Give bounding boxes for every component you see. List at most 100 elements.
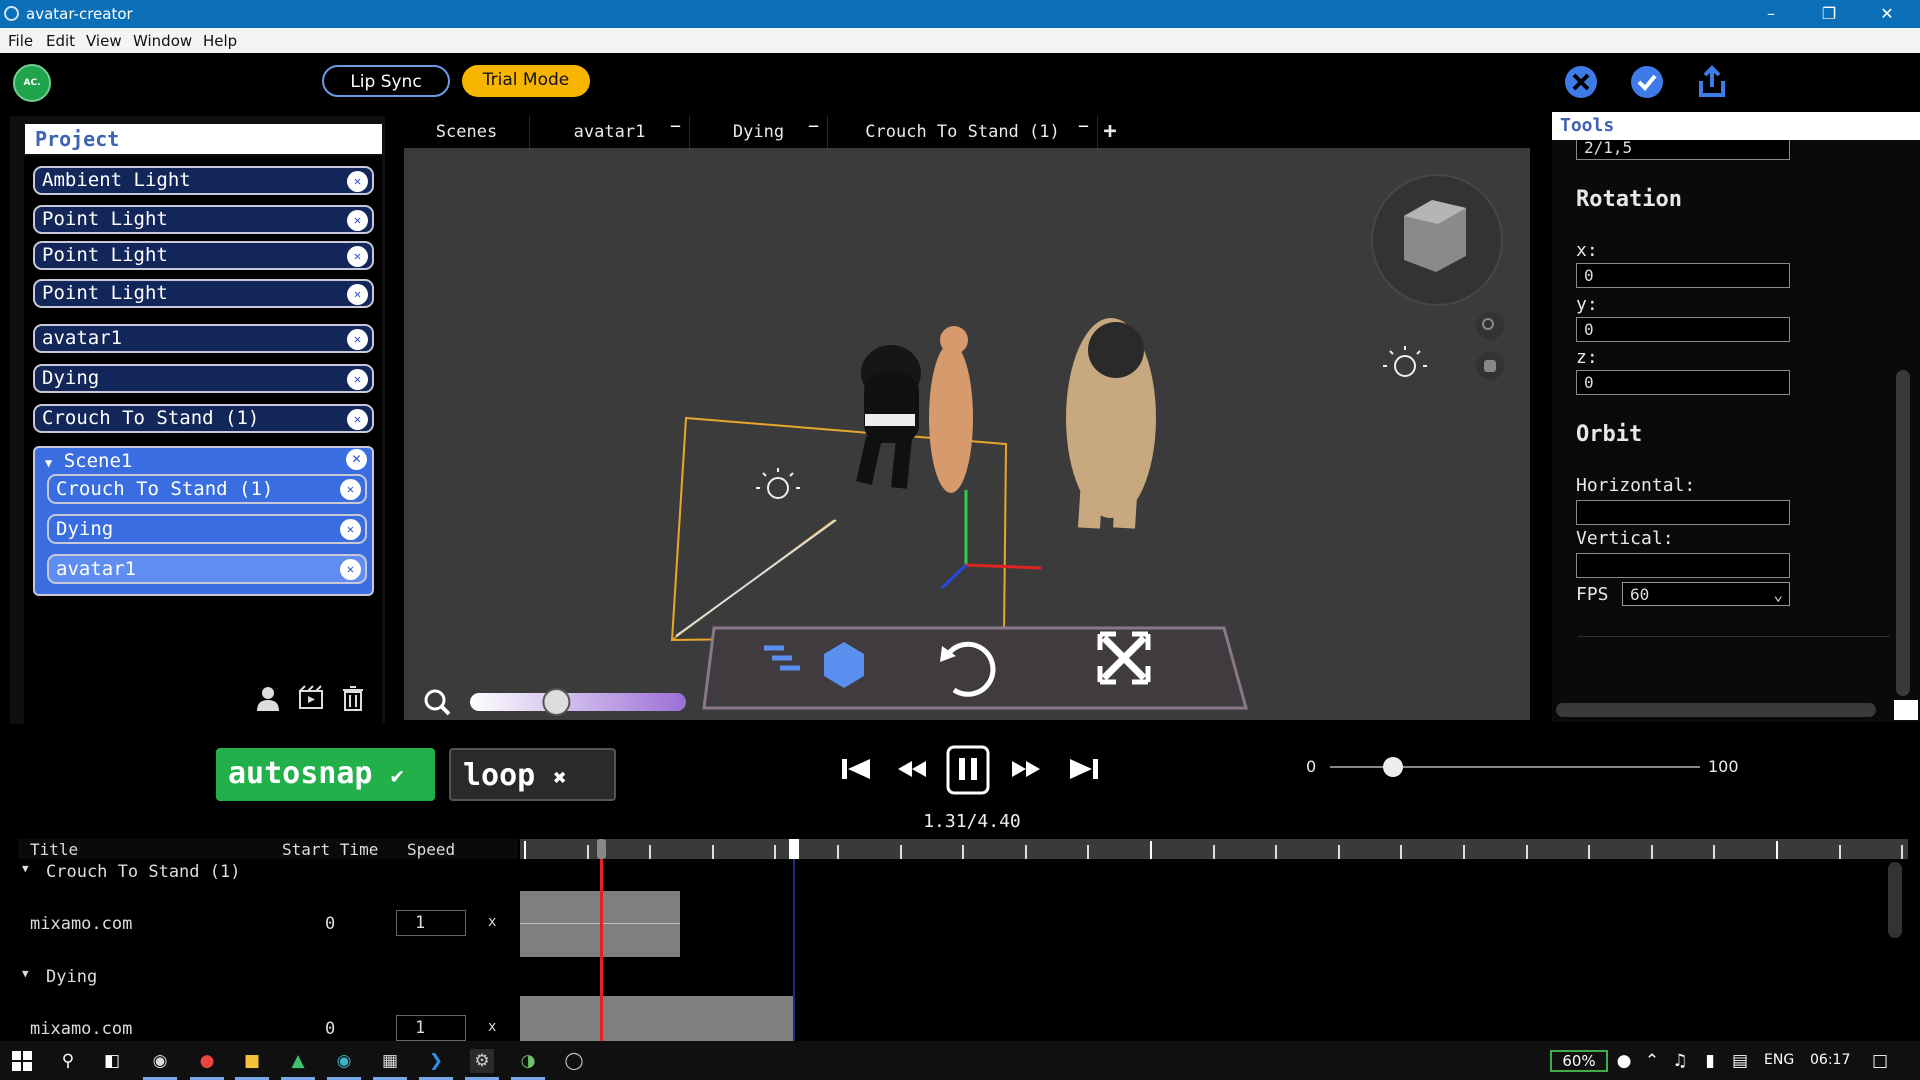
remove-icon[interactable]: ✕ (347, 409, 368, 430)
add-scene-icon[interactable] (297, 684, 325, 712)
tools-vertical-scrollbar[interactable] (1896, 370, 1910, 696)
3d-scene[interactable] (404, 148, 1530, 720)
chevron-up-icon[interactable]: ⌃ (1640, 1049, 1664, 1073)
windows-start-icon[interactable] (10, 1049, 34, 1073)
vscode-icon[interactable]: ❯ (424, 1049, 448, 1073)
app-icon-4[interactable]: ◑ (516, 1049, 540, 1073)
close-tab-icon[interactable]: − (808, 111, 819, 143)
add-tab-button[interactable]: + (1098, 116, 1122, 148)
remove-icon[interactable]: ✕ (346, 449, 367, 470)
scene-group[interactable]: ▼ Scene1 ✕ Crouch To Stand (1) ✕ Dying ✕ a… (33, 446, 374, 596)
menu-edit[interactable]: Edit (46, 32, 75, 50)
fps-select[interactable]: 60 ⌄ (1622, 582, 1790, 606)
orbit-horizontal-input[interactable] (1576, 500, 1790, 525)
remove-icon[interactable]: ✕ (340, 519, 361, 540)
minimize-button[interactable]: – (1742, 0, 1800, 28)
language-indicator[interactable]: ENG (1764, 1052, 1794, 1068)
project-item-point-light[interactable]: Point Light ✕ (33, 279, 374, 308)
range-slider-thumb[interactable] (1382, 757, 1403, 777)
app-icon-2[interactable]: ▲ (286, 1049, 310, 1073)
menu-window[interactable]: Window (133, 32, 192, 50)
network-icon[interactable]: ▤ (1728, 1049, 1752, 1073)
clipped-field[interactable]: 2/1,5 (1576, 140, 1790, 160)
view-cube[interactable] (1371, 174, 1503, 306)
add-avatar-icon[interactable] (254, 684, 282, 712)
search-icon[interactable]: ⚲ (56, 1049, 80, 1073)
scene-title[interactable]: ▼ Scene1 (45, 450, 132, 472)
trial-mode-button[interactable]: Trial Mode (462, 65, 590, 97)
tab-crouch-to-stand[interactable]: Crouch To Stand (1) − (828, 116, 1098, 148)
volume-icon[interactable]: ♫ (1668, 1049, 1692, 1073)
pan-hand-icon[interactable] (1476, 352, 1504, 380)
delete-icon[interactable] (339, 684, 367, 712)
project-item-dying[interactable]: Dying ✕ (33, 364, 374, 393)
project-item-avatar1[interactable]: avatar1 ✕ (33, 324, 374, 353)
zoom-slider-thumb[interactable] (542, 688, 571, 716)
menu-file[interactable]: File (8, 32, 33, 50)
remove-icon[interactable]: ✕ (347, 284, 368, 305)
terminal-icon[interactable]: ▦ (378, 1049, 402, 1073)
rotation-z-input[interactable]: 0 (1576, 370, 1790, 395)
remove-icon[interactable]: ✕ (347, 246, 368, 267)
skip-to-start-icon[interactable] (834, 749, 878, 789)
share-icon[interactable] (1693, 63, 1731, 101)
rotation-y-input[interactable]: 0 (1576, 317, 1790, 342)
menu-help[interactable]: Help (203, 32, 237, 50)
pause-icon[interactable] (946, 745, 990, 795)
close-tab-icon[interactable]: − (1078, 111, 1089, 143)
clip-bar-dying[interactable] (520, 996, 794, 1041)
tools-horizontal-scrollbar[interactable] (1556, 703, 1876, 717)
zoom-view-icon[interactable] (1476, 312, 1504, 340)
remove-icon[interactable]: ✕ (347, 171, 368, 192)
light-bulb-icon[interactable] (756, 468, 800, 499)
fast-forward-icon[interactable] (1004, 749, 1048, 789)
timeline-scrollbar[interactable] (1888, 862, 1902, 938)
app-icon-5[interactable]: ◯ (562, 1049, 586, 1073)
menu-view[interactable]: View (86, 32, 122, 50)
scene-item-dying[interactable]: Dying ✕ (47, 514, 367, 544)
autosnap-button[interactable]: autosnap ✔ (216, 748, 435, 801)
battery-percentage[interactable]: 60% (1550, 1050, 1608, 1072)
light-bulb-icon[interactable] (1383, 346, 1427, 377)
app-icon-3[interactable]: ◉ (332, 1049, 356, 1073)
file-explorer-icon[interactable]: ■ (240, 1049, 264, 1073)
remove-icon[interactable]: ✕ (340, 479, 361, 500)
tab-dying[interactable]: Dying − (690, 116, 828, 148)
avatar-creator-taskbar-icon[interactable]: ⚙ (470, 1049, 494, 1073)
cancel-icon[interactable] (1562, 63, 1600, 101)
project-item-crouch-to-stand[interactable]: Crouch To Stand (1) ✕ (33, 404, 374, 433)
row-speed-input[interactable]: 1 (396, 1015, 466, 1041)
chrome-icon[interactable]: ● (195, 1049, 219, 1073)
battery-icon[interactable]: ▮ (1698, 1049, 1722, 1073)
skip-to-end-icon[interactable] (1062, 749, 1106, 789)
tab-scenes[interactable]: Scenes (404, 116, 530, 148)
project-item-ambient-light[interactable]: Ambient Light ✕ (33, 166, 374, 195)
orbit-vertical-input[interactable] (1576, 553, 1790, 578)
rotation-x-input[interactable]: 0 (1576, 263, 1790, 288)
microphone-icon[interactable]: ● (1612, 1049, 1636, 1073)
confirm-icon[interactable] (1628, 63, 1666, 101)
remove-icon[interactable]: ✕ (347, 329, 368, 350)
playhead[interactable] (600, 844, 603, 1041)
timeline-ruler[interactable] (520, 839, 1908, 859)
clock[interactable]: 06:17 (1810, 1052, 1850, 1068)
remove-icon[interactable]: ✕ (347, 369, 368, 390)
app-icon-1[interactable]: ◉ (148, 1049, 172, 1073)
rewind-icon[interactable] (890, 749, 934, 789)
notifications-icon[interactable]: □ (1868, 1049, 1892, 1073)
maximize-button[interactable]: ❐ (1800, 0, 1858, 28)
scene-item-avatar1[interactable]: avatar1 ✕ (47, 554, 367, 584)
row-speed-input[interactable]: 1 (396, 910, 466, 936)
close-window-button[interactable]: ✕ (1858, 0, 1916, 28)
zoom-slider[interactable] (470, 693, 686, 711)
project-item-point-light[interactable]: Point Light ✕ (33, 241, 374, 270)
end-marker-handle[interactable] (789, 839, 799, 859)
lip-sync-button[interactable]: Lip Sync (322, 65, 450, 97)
project-item-point-light[interactable]: Point Light ✕ (33, 205, 374, 234)
task-view-icon[interactable]: ◧ (100, 1049, 124, 1073)
tab-avatar1[interactable]: avatar1− (530, 116, 690, 148)
loop-button[interactable]: loop ✖ (449, 748, 616, 801)
scene-item-crouch-to-stand[interactable]: Crouch To Stand (1) ✕ (47, 474, 367, 504)
remove-icon[interactable]: ✕ (340, 559, 361, 580)
close-tab-icon[interactable]: − (670, 111, 681, 143)
